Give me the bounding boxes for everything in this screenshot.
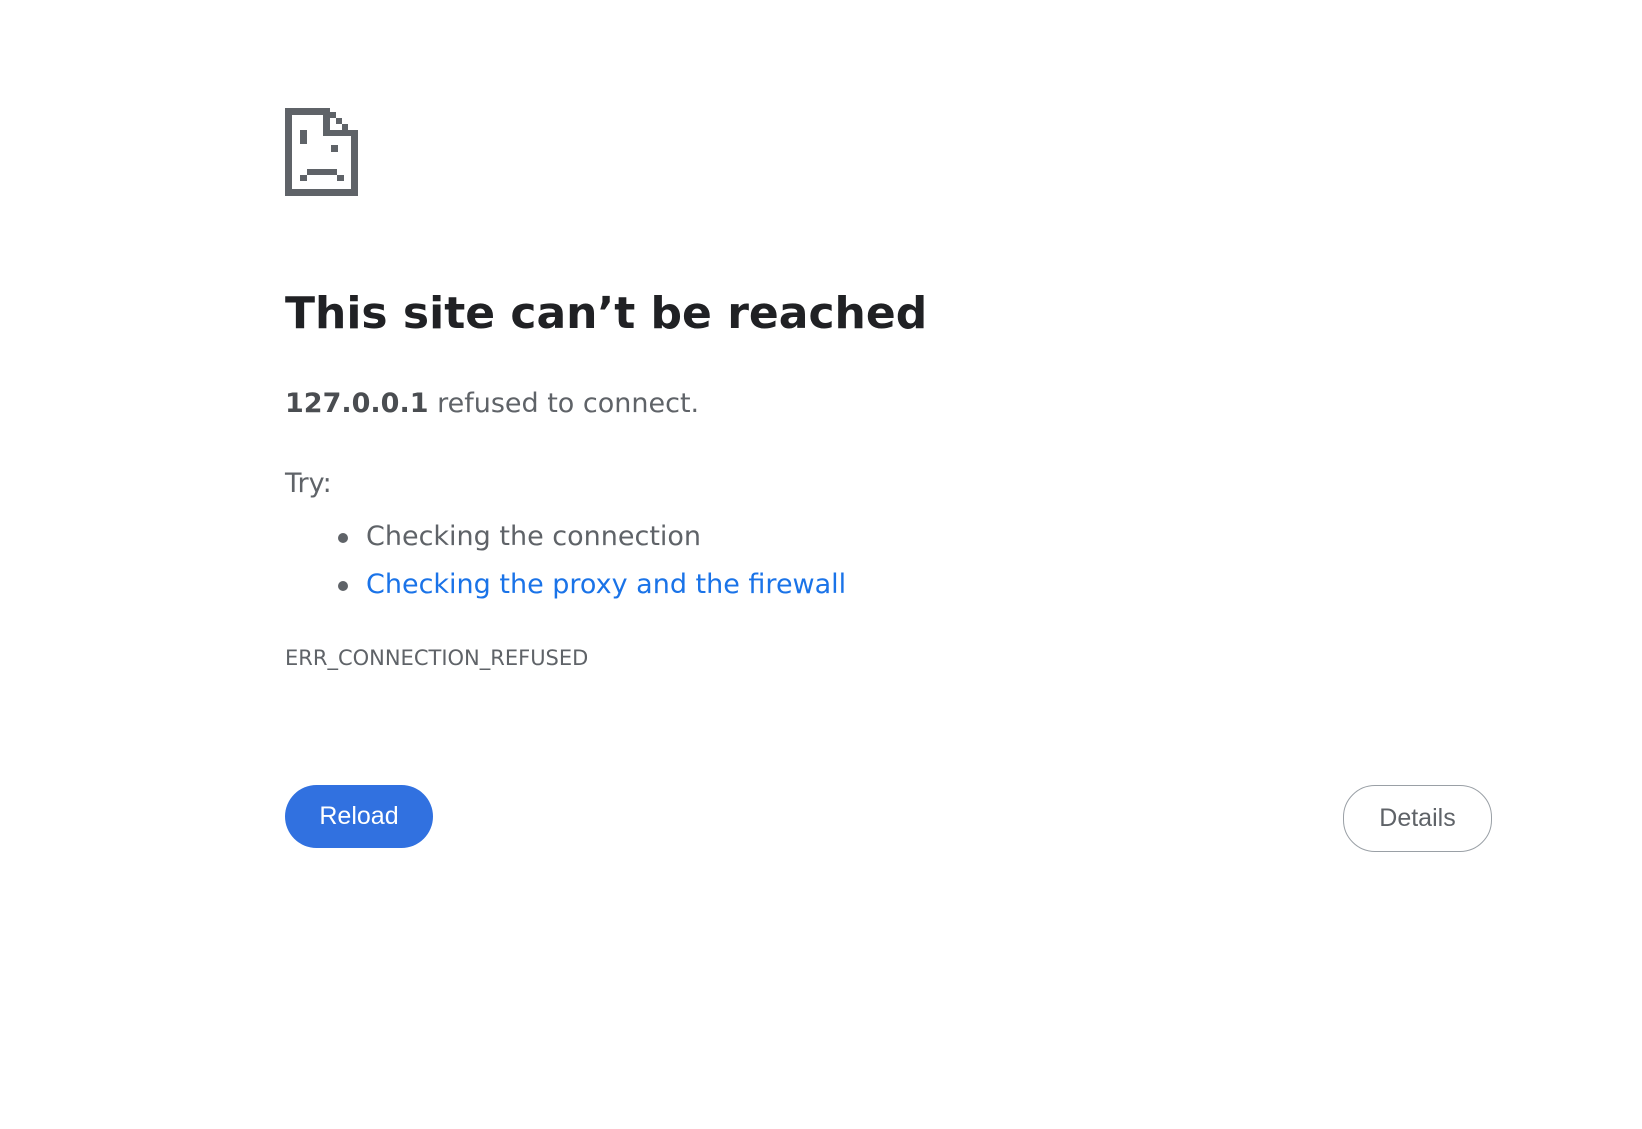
suggestion-check-connection: Checking the connection xyxy=(366,521,702,552)
error-summary: 127.0.0.1 refused to connect. xyxy=(285,386,699,421)
try-label: Try: xyxy=(285,468,332,499)
error-message: refused to connect. xyxy=(428,388,700,419)
suggestion-proxy-firewall-link[interactable]: Checking the proxy and the firewall xyxy=(366,569,846,600)
reload-button[interactable]: Reload xyxy=(285,785,433,848)
bullet-icon xyxy=(338,533,348,543)
suggestions-list: Checking the connection Checking the pro… xyxy=(285,513,846,609)
list-item: Checking the connection xyxy=(285,513,846,561)
error-code: ERR_CONNECTION_REFUSED xyxy=(285,646,589,670)
host-address: 127.0.0.1 xyxy=(285,388,429,419)
sad-page-icon xyxy=(285,108,358,196)
details-button[interactable]: Details xyxy=(1343,785,1492,852)
bullet-icon xyxy=(338,581,348,591)
page-title: This site can’t be reached xyxy=(285,288,928,339)
list-item: Checking the proxy and the firewall xyxy=(285,561,846,609)
error-page: This site can’t be reached 127.0.0.1 ref… xyxy=(0,0,1642,1129)
